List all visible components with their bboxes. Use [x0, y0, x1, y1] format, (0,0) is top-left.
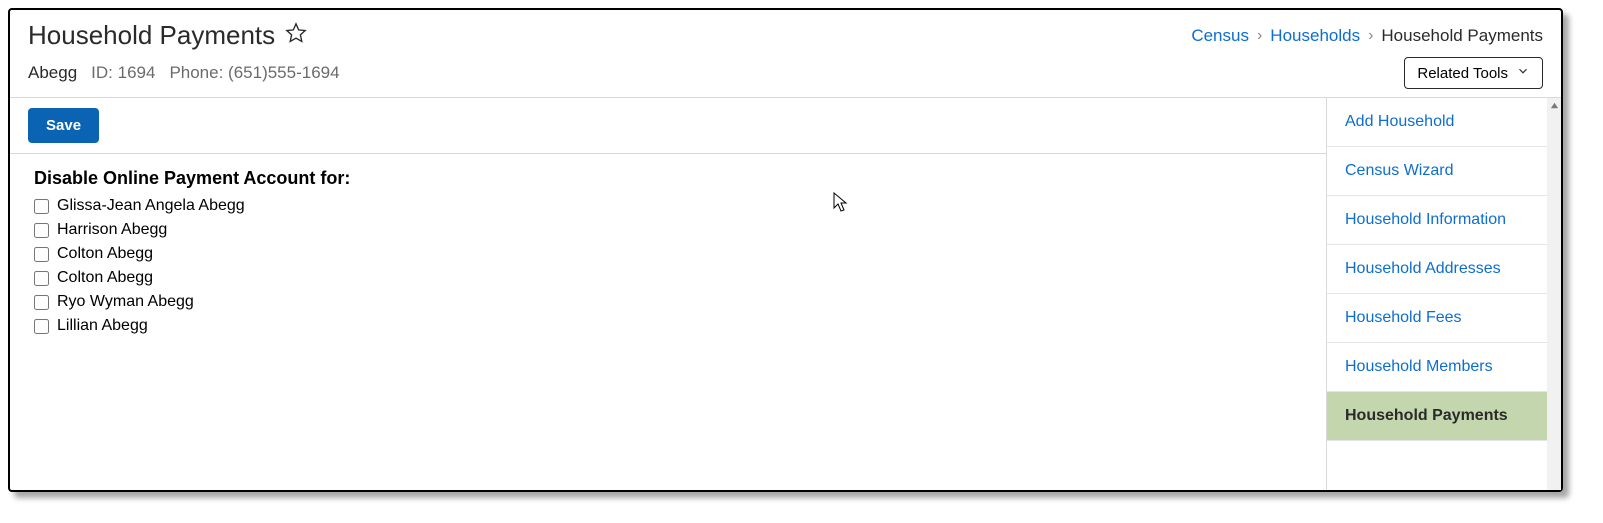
- member-name-label[interactable]: Harrison Abegg: [57, 221, 167, 239]
- sidebar: Add Household Census Wizard Household In…: [1326, 98, 1561, 490]
- breadcrumb-link-households[interactable]: Households: [1270, 26, 1360, 46]
- header-row-bottom: Abegg ID: 1694 Phone: (651)555-1694 Rela…: [28, 57, 1543, 89]
- page-title: Household Payments: [28, 20, 275, 51]
- sidebar-nav-list: Add Household Census Wizard Household In…: [1327, 98, 1561, 441]
- sidebar-item-household-members[interactable]: Household Members: [1327, 343, 1561, 392]
- member-row: Harrison Abegg: [34, 221, 1302, 239]
- save-button[interactable]: Save: [28, 108, 99, 143]
- disable-payment-checkbox[interactable]: [34, 223, 49, 238]
- related-tools-label: Related Tools: [1417, 65, 1508, 82]
- disable-payment-checkbox[interactable]: [34, 295, 49, 310]
- member-name-label[interactable]: Ryo Wyman Abegg: [57, 293, 194, 311]
- member-name-label[interactable]: Lillian Abegg: [57, 317, 148, 335]
- header-row-top: Household Payments Census › Households ›…: [28, 20, 1543, 51]
- sidebar-item-household-payments[interactable]: Household Payments: [1327, 392, 1561, 441]
- favorite-star-icon[interactable]: [285, 22, 307, 49]
- related-tools-dropdown[interactable]: Related Tools: [1404, 57, 1543, 89]
- member-row: Lillian Abegg: [34, 317, 1302, 335]
- app-frame: Household Payments Census › Households ›…: [8, 8, 1563, 492]
- body-layout: Save Disable Online Payment Account for:…: [10, 98, 1561, 490]
- section-heading: Disable Online Payment Account for:: [34, 168, 1302, 189]
- main-panel: Save Disable Online Payment Account for:…: [10, 98, 1326, 490]
- page-header: Household Payments Census › Households ›…: [10, 10, 1561, 98]
- action-toolbar: Save: [10, 98, 1326, 154]
- scroll-up-arrow-icon[interactable]: [1547, 98, 1561, 112]
- household-id: ID: 1694: [91, 63, 155, 83]
- chevron-right-icon: ›: [1368, 27, 1373, 45]
- sidebar-scrollbar[interactable]: [1547, 98, 1561, 490]
- member-row: Colton Abegg: [34, 245, 1302, 263]
- disable-payment-checkbox[interactable]: [34, 199, 49, 214]
- disable-payment-checkbox[interactable]: [34, 319, 49, 334]
- sidebar-item-household-information[interactable]: Household Information: [1327, 196, 1561, 245]
- content-area: Disable Online Payment Account for: Glis…: [10, 154, 1326, 355]
- breadcrumb-current: Household Payments: [1381, 26, 1543, 46]
- disable-payment-checkbox[interactable]: [34, 247, 49, 262]
- member-name-label[interactable]: Colton Abegg: [57, 245, 153, 263]
- sidebar-item-household-addresses[interactable]: Household Addresses: [1327, 245, 1561, 294]
- chevron-down-icon: [1516, 64, 1530, 82]
- member-row: Glissa-Jean Angela Abegg: [34, 197, 1302, 215]
- chevron-right-icon: ›: [1257, 27, 1262, 45]
- breadcrumb-link-census[interactable]: Census: [1191, 26, 1249, 46]
- member-name-label[interactable]: Glissa-Jean Angela Abegg: [57, 197, 245, 215]
- disable-payment-checkbox[interactable]: [34, 271, 49, 286]
- breadcrumb: Census › Households › Household Payments: [1191, 26, 1543, 46]
- sidebar-item-household-fees[interactable]: Household Fees: [1327, 294, 1561, 343]
- household-name: Abegg: [28, 63, 77, 83]
- member-row: Colton Abegg: [34, 269, 1302, 287]
- household-phone: Phone: (651)555-1694: [169, 63, 339, 83]
- sidebar-item-census-wizard[interactable]: Census Wizard: [1327, 147, 1561, 196]
- member-name-label[interactable]: Colton Abegg: [57, 269, 153, 287]
- household-subinfo: Abegg ID: 1694 Phone: (651)555-1694: [28, 63, 340, 83]
- sidebar-item-add-household[interactable]: Add Household: [1327, 98, 1561, 147]
- member-row: Ryo Wyman Abegg: [34, 293, 1302, 311]
- title-wrap: Household Payments: [28, 20, 307, 51]
